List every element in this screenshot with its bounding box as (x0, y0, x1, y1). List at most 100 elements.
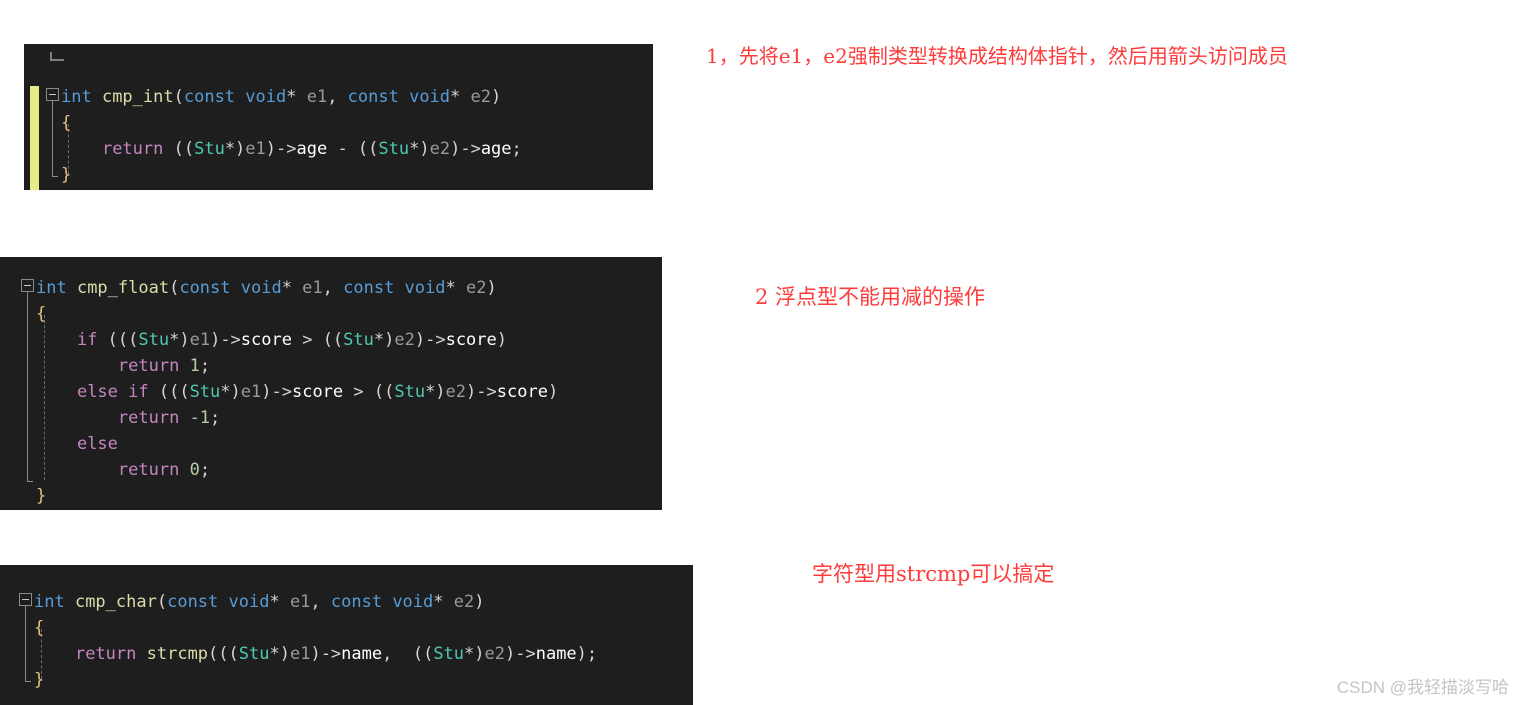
code-token: score (445, 330, 497, 350)
code-token: { (61, 113, 72, 133)
code-line: else (36, 431, 558, 457)
code-token: const void (343, 278, 446, 298)
code-token: (( (163, 139, 195, 159)
code-token: } (36, 486, 47, 506)
code-token: else (76, 434, 118, 454)
code-token: e2 (470, 87, 491, 107)
code-token: } (34, 670, 45, 690)
code-token: ((( (208, 644, 239, 664)
code-token: e1 (245, 139, 266, 159)
code-token: return (117, 356, 180, 376)
code-token: > (( (291, 330, 344, 350)
code-line: else if (((Stu*)e1)->score > ((Stu*)e2)-… (36, 379, 558, 405)
code-token: e2 (465, 278, 487, 298)
code-token: e1 (240, 382, 262, 402)
code-token: )-> (310, 644, 342, 664)
fold-collapse-icon[interactable] (46, 88, 59, 101)
code-token: age (296, 139, 328, 159)
code-token: , (322, 278, 344, 298)
code-line: { (36, 301, 558, 327)
code-token: ) (474, 592, 485, 612)
code-token: const void (183, 87, 287, 107)
code-line: } (36, 483, 558, 509)
code-token: *) (269, 644, 290, 664)
code-line: int cmp_char(const void* e1, const void*… (34, 589, 597, 615)
code-block-cmp-int: int cmp_int(const void* e1, const void* … (24, 44, 653, 190)
code-token: , (310, 592, 331, 612)
code-token: int (61, 87, 102, 107)
fold-collapse-icon[interactable] (21, 279, 34, 292)
code-token: * (433, 592, 454, 612)
code-token: 0 (189, 460, 200, 480)
fold-guide-line (52, 101, 58, 177)
code-text: int cmp_int(const void* e1, const void* … (61, 84, 522, 188)
code-token: e2 (445, 382, 467, 402)
code-token: const void (347, 87, 451, 107)
code-token: return (117, 460, 180, 480)
csdn-watermark: CSDN @我轻描淡写哈 (1336, 678, 1509, 697)
code-token: score (496, 382, 548, 402)
code-line: } (34, 667, 597, 693)
code-token: cmp_int (101, 87, 174, 107)
code-line: { (34, 615, 597, 641)
code-line: { (61, 110, 522, 136)
code-token: * (281, 278, 303, 298)
code-token: ) (547, 382, 559, 402)
code-token: Stu (378, 139, 410, 159)
code-token: ); (576, 644, 598, 664)
code-token: return (117, 408, 180, 428)
code-token: { (34, 618, 45, 638)
code-token: } (61, 165, 72, 185)
code-token: Stu (394, 382, 426, 402)
code-token: - (( (327, 139, 379, 159)
code-line: return 1; (36, 353, 558, 379)
code-block-cmp-char: int cmp_char(const void* e1, const void*… (0, 565, 693, 705)
fold-collapse-icon[interactable] (19, 593, 32, 606)
code-token: ; (199, 356, 211, 376)
code-token: ( (156, 592, 168, 612)
code-token: , (327, 87, 348, 107)
code-token: age (480, 139, 512, 159)
code-token: e2 (453, 592, 475, 612)
code-text: int cmp_float(const void* e1, const void… (36, 275, 558, 509)
code-token: ) (491, 87, 502, 107)
fold-marker-partial-icon (50, 52, 64, 61)
code-token: )-> (466, 382, 497, 402)
code-line: } (61, 162, 522, 188)
code-token: return (74, 644, 137, 664)
code-token: if (76, 330, 98, 350)
code-token: Stu (433, 644, 465, 664)
annotation-note-2: 2 浮点型不能用减的操作 (755, 285, 986, 309)
change-bar (30, 86, 39, 190)
code-token: *) (169, 330, 190, 350)
code-token: *) (220, 382, 241, 402)
code-token: *) (373, 330, 395, 350)
code-token: )-> (450, 139, 481, 159)
code-token: * (450, 87, 471, 107)
code-token: ; (210, 408, 221, 428)
code-token: * (286, 87, 307, 107)
code-token: ; (511, 139, 522, 159)
code-token: *) (409, 139, 430, 159)
code-token: const void (330, 592, 434, 612)
code-token: e1 (189, 330, 211, 350)
code-token: ( (173, 87, 184, 107)
code-token: strcmp (146, 644, 209, 664)
code-token: cmp_float (76, 278, 170, 298)
code-line: return ((Stu*)e1)->age - ((Stu*)e2)->age… (61, 136, 522, 162)
code-token: * (445, 278, 466, 298)
code-line: int cmp_int(const void* e1, const void* … (61, 84, 522, 110)
code-block-cmp-float: int cmp_float(const void* e1, const void… (0, 257, 662, 510)
code-token: *) (224, 139, 246, 159)
code-token: score (291, 382, 344, 402)
code-token: ) (496, 330, 508, 350)
code-text: int cmp_char(const void* e1, const void*… (34, 589, 597, 693)
